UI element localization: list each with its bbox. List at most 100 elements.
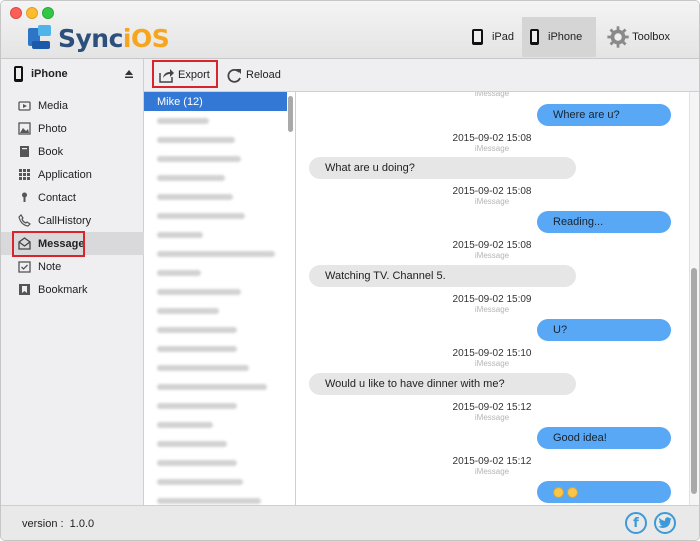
received-message-bubble[interactable]: Would u like to have dinner with me? — [309, 373, 576, 395]
device-tab-iphone[interactable]: iPhone — [522, 17, 596, 57]
redacted-contact — [157, 136, 235, 143]
message-text: Good idea! — [553, 432, 607, 444]
redacted-contact — [157, 212, 245, 219]
sent-message-bubble[interactable] — [537, 481, 671, 503]
conversation-item[interactable] — [144, 377, 287, 396]
redacted-contact — [157, 269, 201, 276]
conversation-item[interactable] — [144, 434, 287, 453]
conversation-item[interactable] — [144, 282, 287, 301]
service-label: iMessage — [474, 197, 510, 206]
message-highlight-frame — [12, 231, 85, 257]
message-timestamp: 2015-09-02 15:10 — [452, 348, 532, 359]
conversation-item[interactable] — [144, 491, 287, 505]
photo-icon — [18, 122, 31, 135]
conversation-item[interactable] — [144, 320, 287, 339]
message-timestamp: 2015-09-02 15:12 — [452, 456, 532, 467]
sidebar-item-label: Bookmark — [38, 283, 88, 296]
conversation-item[interactable] — [144, 396, 287, 415]
sidebar-item-photo[interactable]: Photo — [1, 117, 144, 140]
conversation-item[interactable] — [144, 263, 287, 282]
device-tab-iphone-label: iPhone — [548, 31, 583, 43]
sidebar-item-callhistory[interactable]: CallHistory — [1, 209, 144, 232]
device-tab-ipad[interactable]: iPad — [464, 17, 522, 57]
conversation-item[interactable] — [144, 130, 287, 149]
conversation-item[interactable] — [144, 206, 287, 225]
sidebar-item-media[interactable]: Media — [1, 94, 144, 117]
message-timestamp: 2015-09-02 15:08 — [452, 133, 532, 144]
smiley-emoji-icon — [567, 486, 578, 498]
facebook-icon[interactable]: f — [625, 512, 647, 534]
redacted-contact — [157, 288, 241, 295]
sidebar-item-contact[interactable]: Contact — [1, 186, 144, 209]
sidebar-item-note[interactable]: Note — [1, 255, 144, 278]
sidebar-item-label: Photo — [38, 122, 67, 135]
sidebar-item-book[interactable]: Book — [1, 140, 144, 163]
conversation-item-selected[interactable]: Mike (12) — [144, 92, 287, 111]
message-text: Where are u? — [553, 109, 620, 121]
sidebar-device-header[interactable]: iPhone — [1, 59, 144, 89]
sent-message-bubble[interactable]: Where are u? — [537, 104, 671, 126]
message-text: Reading... — [553, 216, 604, 228]
ipad-icon — [472, 29, 483, 45]
sidebar-item-application[interactable]: Application — [1, 163, 144, 186]
received-message-bubble[interactable]: Watching TV. Channel 5. — [309, 265, 576, 287]
conversation-item[interactable] — [144, 168, 287, 187]
message-thread: iMessage Where are u? 2015-09-02 15:08 i… — [297, 92, 699, 505]
app-window: SynciOS iPad iPhone Toolbox iPhone Media… — [0, 0, 700, 541]
conversation-item[interactable] — [144, 358, 287, 377]
redacted-contact — [157, 193, 233, 200]
eject-icon[interactable] — [124, 69, 134, 79]
conversation-item[interactable] — [144, 339, 287, 358]
sent-message-bubble[interactable]: U? — [537, 319, 671, 341]
callhistory-icon — [18, 214, 31, 227]
message-text: U? — [553, 324, 568, 336]
redacted-contact — [157, 326, 237, 333]
message-text: What are u doing? — [325, 162, 415, 174]
redacted-contact — [157, 231, 203, 238]
sidebar-item-label: Note — [38, 260, 62, 273]
close-window-button[interactable] — [10, 7, 22, 19]
redacted-contact — [157, 155, 241, 162]
redacted-contact — [157, 402, 237, 409]
title-bar: SynciOS iPad iPhone Toolbox — [1, 1, 699, 59]
service-label: iMessage — [474, 413, 510, 422]
message-text: Watching TV. Channel 5. — [325, 270, 446, 282]
contact-icon — [22, 192, 27, 202]
message-timestamp: 2015-09-02 15:08 — [452, 240, 532, 251]
sidebar-item-label: Contact — [38, 191, 76, 204]
received-message-bubble[interactable]: What are u doing? — [309, 157, 576, 179]
logo-mark-icon — [26, 25, 54, 51]
media-icon — [18, 101, 31, 111]
service-label: iMessage — [474, 467, 510, 476]
conversation-item[interactable] — [144, 472, 287, 491]
redacted-contact — [157, 497, 261, 504]
conversation-item[interactable] — [144, 149, 287, 168]
toolbar: Export Reload — [144, 59, 699, 92]
service-label: iMessage — [474, 251, 510, 260]
conversation-list-scrollbar[interactable] — [288, 96, 293, 132]
conversation-item[interactable] — [144, 111, 287, 130]
conversation-item[interactable] — [144, 187, 287, 206]
redacted-contact — [157, 345, 237, 352]
sent-message-bubble[interactable]: Good idea! — [537, 427, 671, 449]
app-logo: SynciOS — [26, 23, 170, 53]
minimize-window-button[interactable] — [26, 7, 38, 19]
twitter-icon[interactable] — [654, 512, 676, 534]
message-scrollbar[interactable] — [691, 268, 697, 494]
redacted-contact — [157, 383, 267, 390]
sidebar-item-bookmark[interactable]: Bookmark — [1, 278, 144, 301]
redacted-contact — [157, 307, 219, 314]
smiley-emoji-icon — [553, 486, 564, 498]
reload-button[interactable]: Reload — [226, 65, 281, 85]
conversation-item[interactable] — [144, 225, 287, 244]
conversation-item[interactable] — [144, 453, 287, 472]
toolbox-tab[interactable]: Toolbox — [598, 17, 678, 57]
sent-message-bubble[interactable]: Reading... — [537, 211, 671, 233]
application-icon — [19, 169, 30, 180]
conversation-item[interactable] — [144, 244, 287, 263]
zoom-window-button[interactable] — [42, 7, 54, 19]
conversation-item[interactable] — [144, 415, 287, 434]
conversation-item[interactable] — [144, 301, 287, 320]
message-timestamp: 2015-09-02 15:12 — [452, 402, 532, 413]
redacted-contact — [157, 421, 213, 428]
